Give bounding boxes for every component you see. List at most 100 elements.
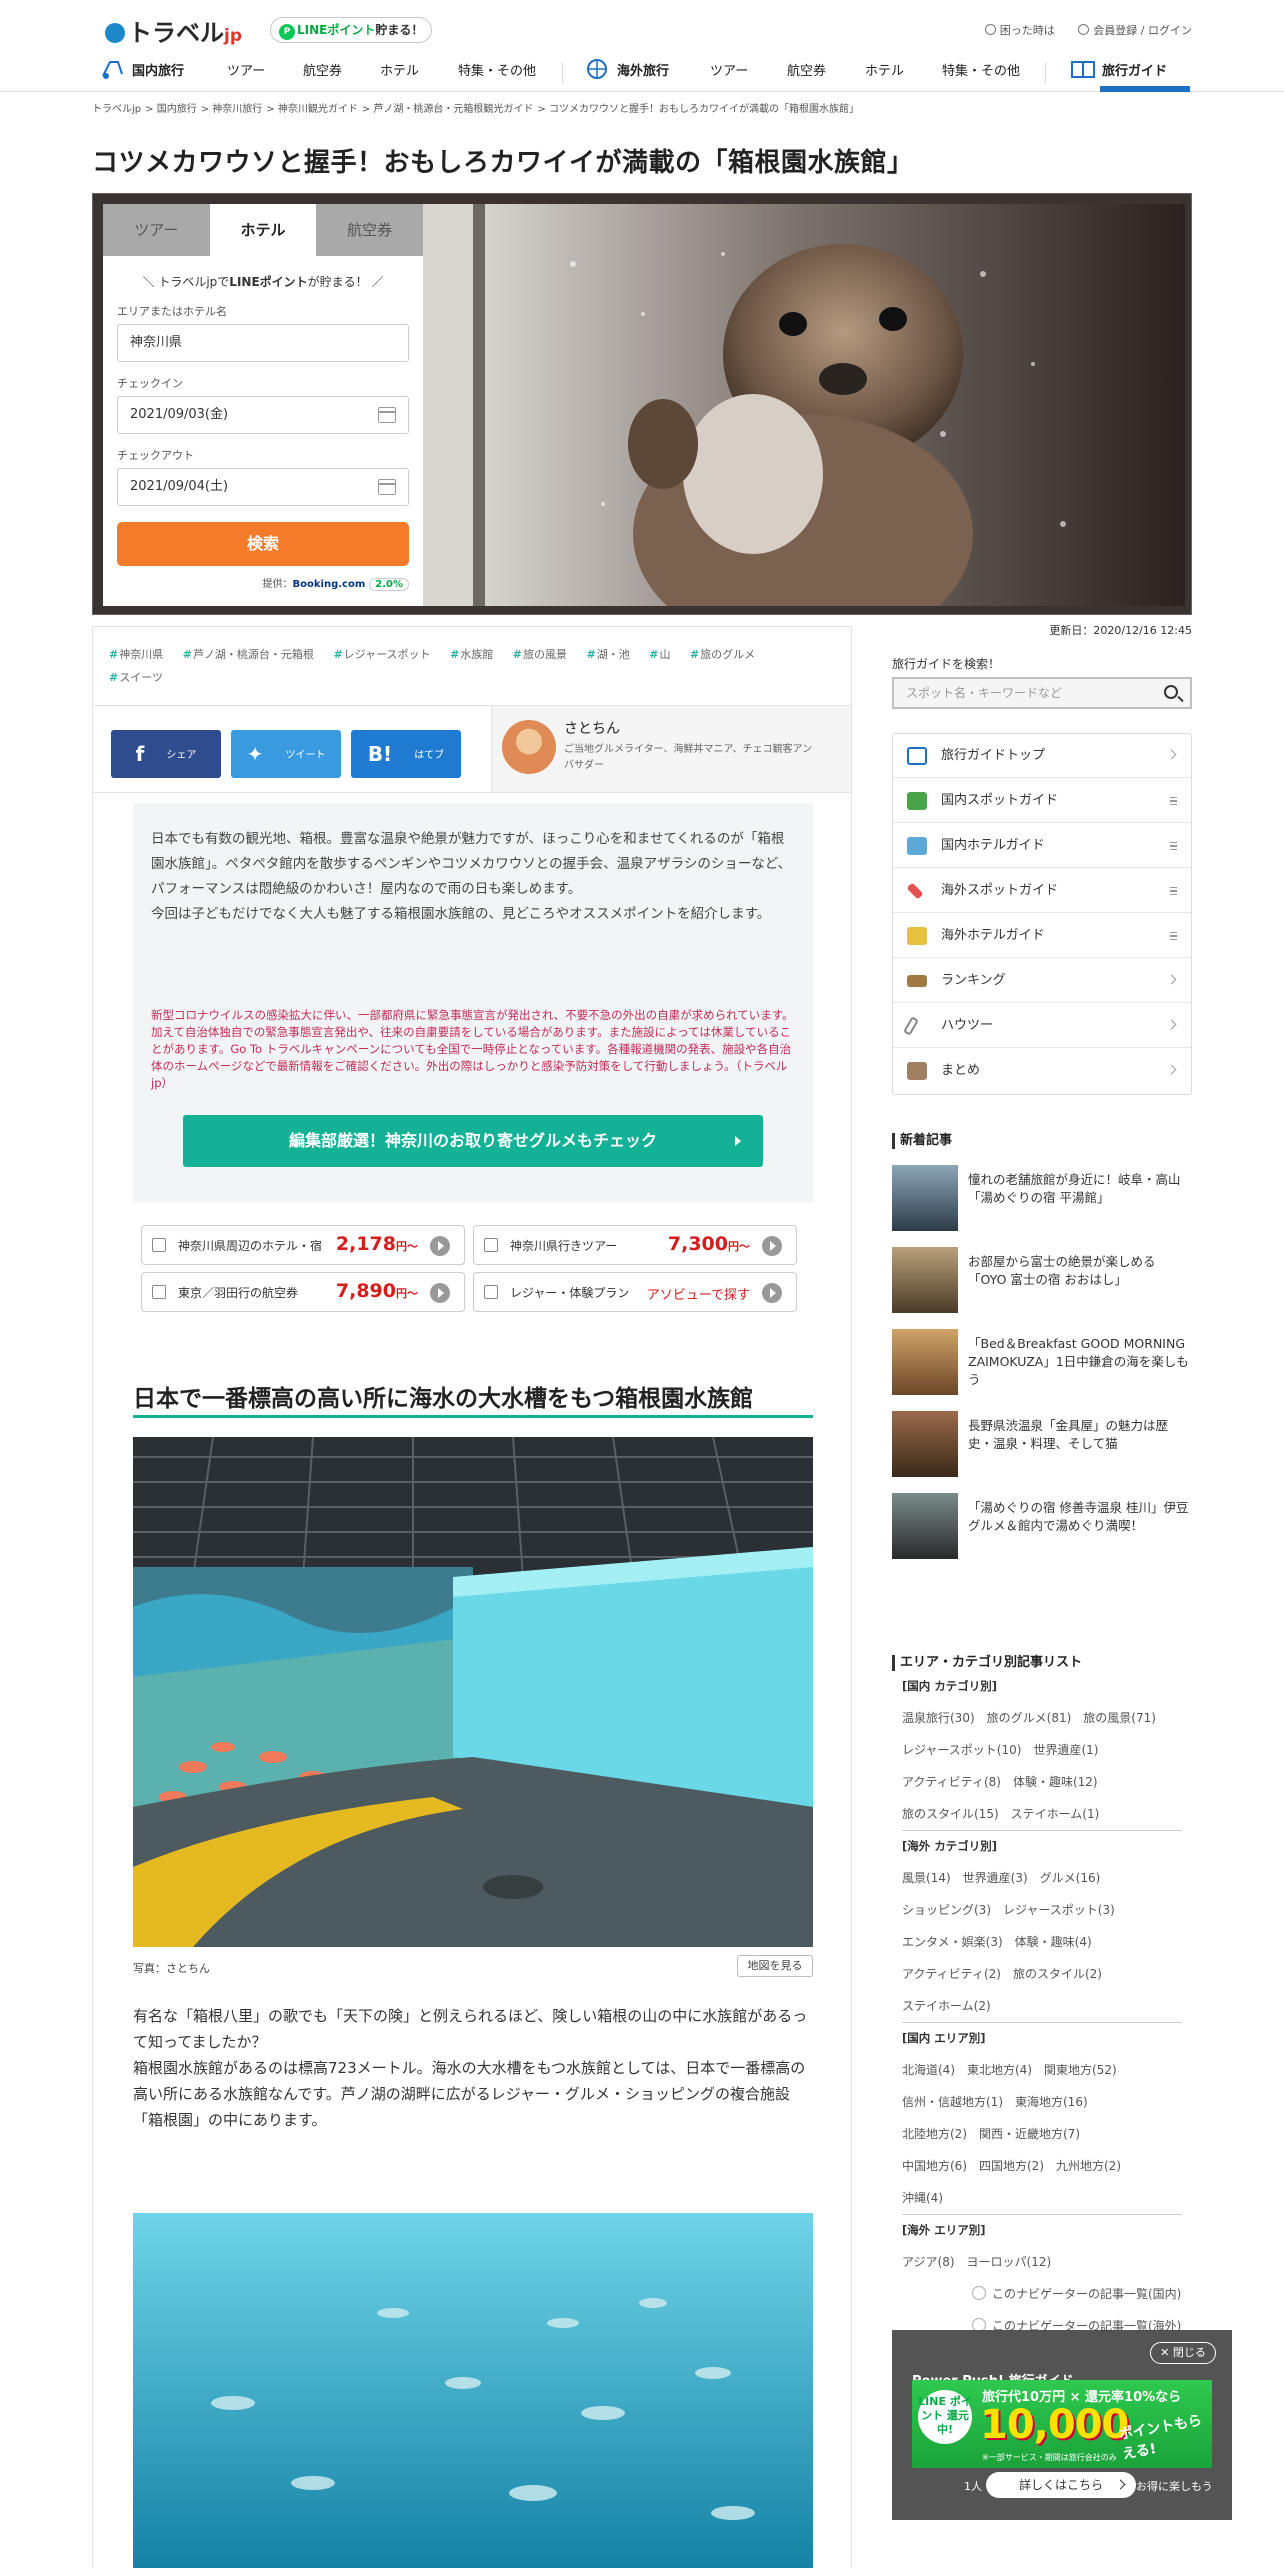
menu-ranking[interactable]: ランキング <box>893 959 1191 1003</box>
category-link[interactable]: アクティビティ(2) <box>902 1967 1001 1981</box>
view-map-button[interactable]: 地図を見る <box>737 1955 813 1977</box>
gourmet-check-button[interactable]: 編集部厳選！神奈川のお取り寄せグルメもチェック <box>183 1115 763 1167</box>
area-link[interactable]: 東海地方(16) <box>1015 2095 1088 2109</box>
tag-link[interactable]: 旅の風景 <box>513 648 567 661</box>
breadcrumb-item[interactable]: 芦ノ湖・桃源台・元箱根観光ガイド <box>373 104 533 115</box>
help-link[interactable]: 困った時は <box>984 24 1055 37</box>
breadcrumb-item[interactable]: トラベルjp <box>92 104 141 115</box>
quick-link-leisure[interactable]: レジャー・体験プラン アソビューで探す <box>473 1272 797 1312</box>
area-link[interactable]: アジア(8) <box>902 2255 955 2269</box>
tag-link[interactable]: 湖・池 <box>587 648 630 661</box>
area-link[interactable]: ヨーロッパ(12) <box>967 2255 1052 2269</box>
calendar-icon[interactable] <box>378 407 396 423</box>
category-link[interactable]: 体験・趣味(12) <box>1013 1775 1098 1789</box>
details-button[interactable]: 詳しくはこちら <box>986 2472 1136 2498</box>
tag-link[interactable]: 山 <box>649 648 670 661</box>
news-item[interactable]: 憧れの老舗旅館が身近に！岐阜・高山「湯めぐりの宿 平湯館」 <box>892 1165 1192 1233</box>
bag-icon <box>484 1238 498 1252</box>
category-link[interactable]: 旅のスタイル(2) <box>1013 1967 1102 1981</box>
tab-air[interactable]: 航空券 <box>316 204 424 256</box>
menu-int-spot[interactable]: 海外スポットガイド <box>893 869 1191 913</box>
breadcrumb-item[interactable]: 神奈川観光ガイド <box>278 104 358 115</box>
category-link[interactable]: エンタメ・娯楽(3) <box>902 1935 1003 1949</box>
news-item[interactable]: お部屋から富士の絶景が楽しめる「OYO 富士の宿 おおはし」 <box>892 1247 1192 1315</box>
category-link[interactable]: ショッピング(3) <box>902 1903 991 1917</box>
nav-int-air[interactable]: 航空券 <box>787 58 826 92</box>
area-link[interactable]: 北陸地方(2) <box>902 2127 967 2141</box>
menu-dom-spot[interactable]: 国内スポットガイド <box>893 779 1191 823</box>
nav-int-hotel[interactable]: ホテル <box>865 58 904 92</box>
navigator-articles-domestic-link[interactable]: このナビゲーターの記事一覧(国内) <box>972 2278 1192 2310</box>
area-link[interactable]: 中国地方(6) <box>902 2159 967 2173</box>
area-link[interactable]: 四国地方(2) <box>979 2159 1044 2173</box>
guide-search-input[interactable]: スポット名・キーワードなど <box>892 677 1192 709</box>
category-link[interactable]: アクティビティ(8) <box>902 1775 1001 1789</box>
tag-link[interactable]: 水族館 <box>450 648 493 661</box>
nav-dom-special[interactable]: 特集・その他 <box>458 58 536 92</box>
menu-matome[interactable]: まとめ <box>893 1049 1191 1093</box>
nav-dom-hotel[interactable]: ホテル <box>380 58 419 92</box>
nav-dom-air[interactable]: 航空券 <box>303 58 342 92</box>
menu-howto[interactable]: ハウツー <box>893 1004 1191 1048</box>
search-icon[interactable] <box>1164 685 1178 699</box>
category-link[interactable]: ステイホーム(1) <box>1011 1807 1100 1821</box>
category-link[interactable]: 風景(14) <box>902 1871 951 1885</box>
area-link[interactable]: 東北地方(4) <box>967 2063 1032 2077</box>
tag-link[interactable]: レジャースポット <box>333 648 430 661</box>
line-points-banner[interactable]: LINE ポイント 還元中! 旅行代10万円 × 還元率10%なら 10,000… <box>912 2380 1212 2468</box>
area-link[interactable]: 信州・信越地方(1) <box>902 2095 1003 2109</box>
checkin-input[interactable]: 2021/09/03(金) <box>117 396 409 434</box>
category-link[interactable]: 旅のスタイル(15) <box>902 1807 999 1821</box>
nav-domestic[interactable]: 国内旅行 <box>100 58 184 92</box>
area-link[interactable]: 関西・近畿地方(7) <box>979 2127 1080 2141</box>
news-item[interactable]: 「湯めぐりの宿 修善寺温泉 桂川」伊豆グルメ＆館内で湯めぐり満喫！ <box>892 1493 1192 1561</box>
breadcrumb-item[interactable]: 国内旅行 <box>157 104 197 115</box>
category-link[interactable]: 体験・趣味(4) <box>1015 1935 1092 1949</box>
menu-dom-hotel[interactable]: 国内ホテルガイド <box>893 824 1191 868</box>
menu-guide-top[interactable]: 旅行ガイドトップ <box>893 734 1191 778</box>
popup-close-button[interactable]: ✕ 閉じる <box>1150 2342 1216 2364</box>
category-link[interactable]: 旅の風景(71) <box>1083 1711 1156 1725</box>
menu-int-hotel[interactable]: 海外ホテルガイド <box>893 914 1191 958</box>
area-link[interactable]: 北海道(4) <box>902 2063 955 2077</box>
line-points-badge[interactable]: P LINEポイント貯まる！ <box>270 17 433 43</box>
tab-hotel[interactable]: ホテル <box>209 204 317 256</box>
hatena-bookmark-button[interactable]: B! はてブ <box>351 730 461 778</box>
quick-link-air[interactable]: 東京／羽田行の航空券 7,890円～ <box>141 1272 465 1312</box>
tag-link[interactable]: 旅のグルメ <box>690 648 755 661</box>
quick-link-tour[interactable]: 神奈川県行きツアー 7,300円～ <box>473 1225 797 1265</box>
category-link[interactable]: 世界遺産(3) <box>963 1871 1028 1885</box>
tag-link[interactable]: 神奈川県 <box>109 648 163 661</box>
author-card[interactable]: さとちん ご当地グルメライター、海鮮丼マニア、チェコ観客アンバサダー <box>491 706 851 792</box>
checkout-input[interactable]: 2021/09/04(土) <box>117 468 409 506</box>
area-link[interactable]: 沖縄(4) <box>902 2191 943 2205</box>
author-name[interactable]: さとちん <box>564 718 620 738</box>
twitter-share-button[interactable]: ✦ ツイート <box>231 730 341 778</box>
facebook-share-button[interactable]: f シェア <box>111 730 221 778</box>
nav-int-tour[interactable]: ツアー <box>710 58 748 92</box>
search-button[interactable]: 検索 <box>117 522 409 566</box>
category-link[interactable]: ステイホーム(2) <box>902 1999 991 2013</box>
category-link[interactable]: グルメ(16) <box>1040 1871 1101 1885</box>
tag-link[interactable]: 芦ノ湖・桃源台・元箱根 <box>183 648 314 661</box>
breadcrumb-item[interactable]: 神奈川旅行 <box>212 104 262 115</box>
site-logo[interactable]: トラベルjp <box>105 13 242 48</box>
calendar-icon[interactable] <box>378 479 396 495</box>
login-link[interactable]: 会員登録 / ログイン <box>1078 24 1192 37</box>
tag-link[interactable]: スイーツ <box>109 671 163 684</box>
tab-tour[interactable]: ツアー <box>103 204 210 256</box>
area-link[interactable]: 関東地方(52) <box>1044 2063 1117 2077</box>
category-link[interactable]: 旅のグルメ(81) <box>987 1711 1072 1725</box>
category-link[interactable]: 世界遺産(1) <box>1033 1743 1098 1757</box>
area-link[interactable]: 九州地方(2) <box>1056 2159 1121 2173</box>
nav-dom-tour[interactable]: ツアー <box>227 58 265 92</box>
nav-overseas[interactable]: 海外旅行 <box>585 58 669 92</box>
category-link[interactable]: レジャースポット(10) <box>902 1743 1021 1757</box>
news-item[interactable]: 「Bed＆Breakfast GOOD MORNING ZAIMOKUZA」1日… <box>892 1329 1192 1397</box>
quick-link-hotel[interactable]: 神奈川県周辺のホテル・宿 2,178円～ <box>141 1225 465 1265</box>
news-item[interactable]: 長野県渋温泉「金具屋」の魅力は歴史・温泉・料理、そして猫 <box>892 1411 1192 1479</box>
category-link[interactable]: 温泉旅行(30) <box>902 1711 975 1725</box>
area-input[interactable]: 神奈川県 <box>117 324 409 362</box>
nav-int-special[interactable]: 特集・その他 <box>942 58 1020 92</box>
category-link[interactable]: レジャースポット(3) <box>1003 1903 1115 1917</box>
